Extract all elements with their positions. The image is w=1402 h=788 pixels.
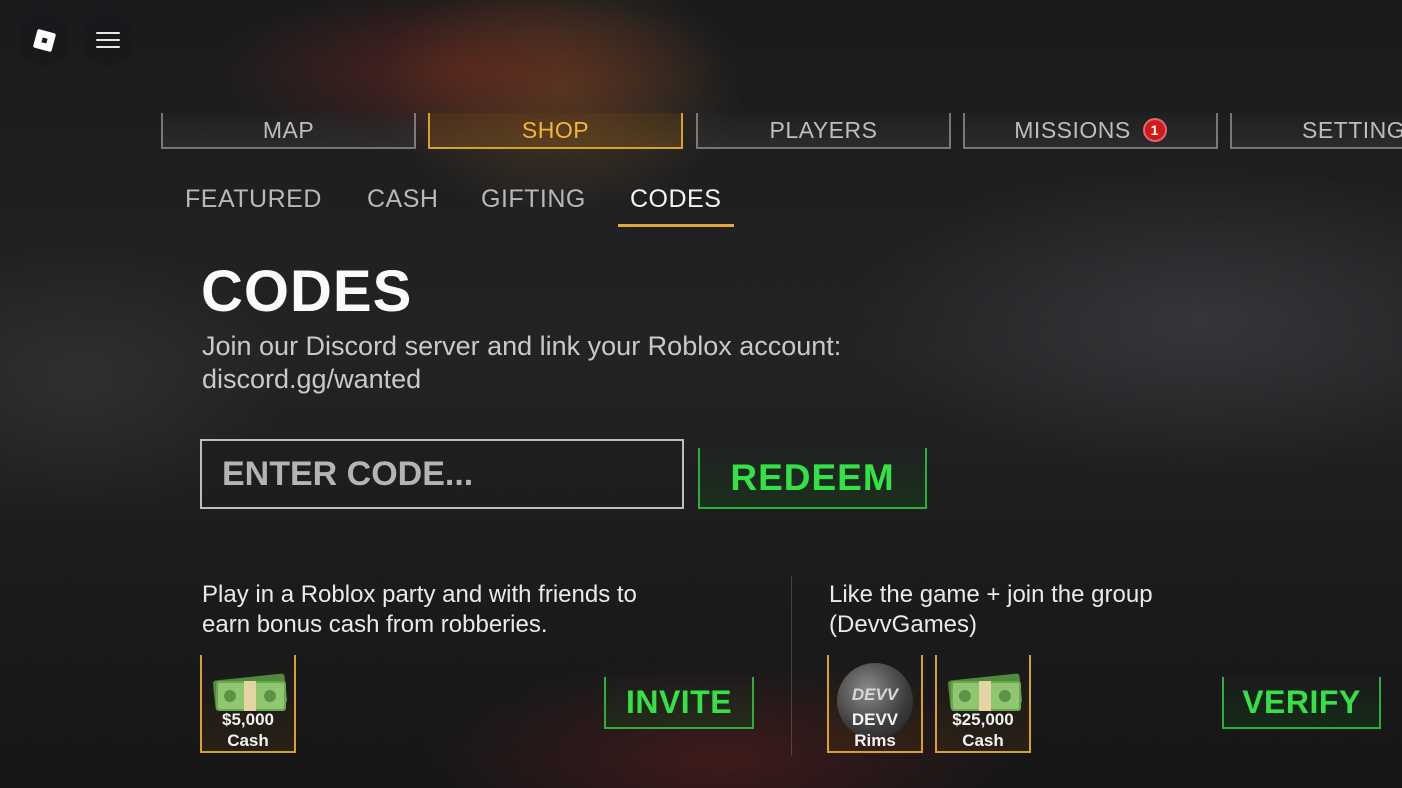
subtab-gifting[interactable]: GIFTING (481, 185, 586, 214)
codes-description: Join our Discord server and link your Ro… (202, 330, 1002, 396)
reward-amount: $25,000 (952, 710, 1014, 729)
reward-label: $5,000 Cash (202, 709, 294, 751)
tab-players[interactable]: PLAYERS (696, 113, 951, 149)
devv-logo-text: DEVV (851, 685, 899, 704)
party-promo-text: Play in a Roblox party and with friends … (202, 580, 637, 640)
reward-type: Cash (962, 731, 1004, 750)
tab-missions[interactable]: MISSIONS 1 (963, 113, 1218, 149)
promo-line: Like the game + join the group (829, 581, 1153, 608)
reward-label: DEVV Rims (829, 709, 921, 751)
verify-button[interactable]: VERIFY (1222, 677, 1381, 729)
subtab-cash[interactable]: CASH (367, 185, 438, 214)
reward-amount: $5,000 (222, 710, 274, 729)
subtab-featured[interactable]: FEATURED (185, 185, 322, 214)
section-divider (791, 576, 792, 756)
tab-label: MAP (262, 116, 315, 143)
roblox-menu-button[interactable] (18, 14, 70, 66)
tab-label: PLAYERS (769, 116, 878, 143)
notification-badge: 1 (1142, 118, 1167, 142)
redeem-button[interactable]: REDEEM (698, 448, 927, 509)
reward-name: DEVV (851, 710, 899, 729)
description-line: Join our Discord server and link your Ro… (202, 331, 842, 361)
promo-line: earn bonus cash from robberies. (202, 611, 548, 638)
promo-line: Play in a Roblox party and with friends … (202, 581, 637, 608)
hamburger-icon (96, 32, 120, 48)
group-promo-text: Like the game + join the group (DevvGame… (829, 580, 1153, 640)
tab-shop[interactable]: SHOP (428, 113, 683, 149)
tab-map[interactable]: MAP (161, 113, 416, 149)
page-title: CODES (201, 259, 413, 324)
promo-line: (DevvGames) (829, 611, 978, 638)
reward-type: Cash (227, 731, 269, 750)
invite-button[interactable]: INVITE (604, 677, 754, 729)
active-subtab-indicator (618, 224, 734, 227)
discord-link: discord.gg/wanted (202, 364, 422, 394)
cash-stack-icon (947, 673, 1023, 711)
cash-stack-icon (212, 673, 288, 711)
reward-devv-rims: DEVV DEVV Rims (827, 655, 923, 753)
reward-cash-25000: $25,000 Cash (935, 655, 1031, 753)
tab-label: MISSIONS (1014, 116, 1131, 143)
roblox-logo-icon (32, 28, 56, 52)
reward-label: $25,000 Cash (937, 709, 1029, 751)
code-input[interactable] (200, 439, 684, 509)
tab-label: SHOP (521, 116, 590, 143)
reward-cash-5000: $5,000 Cash (200, 655, 296, 753)
tab-label: SETTINGS (1302, 116, 1402, 143)
reward-type: Rims (854, 731, 896, 750)
hamburger-menu-button[interactable] (82, 14, 134, 66)
tab-settings[interactable]: SETTINGS (1230, 113, 1402, 149)
subtab-codes[interactable]: CODES (630, 185, 721, 214)
